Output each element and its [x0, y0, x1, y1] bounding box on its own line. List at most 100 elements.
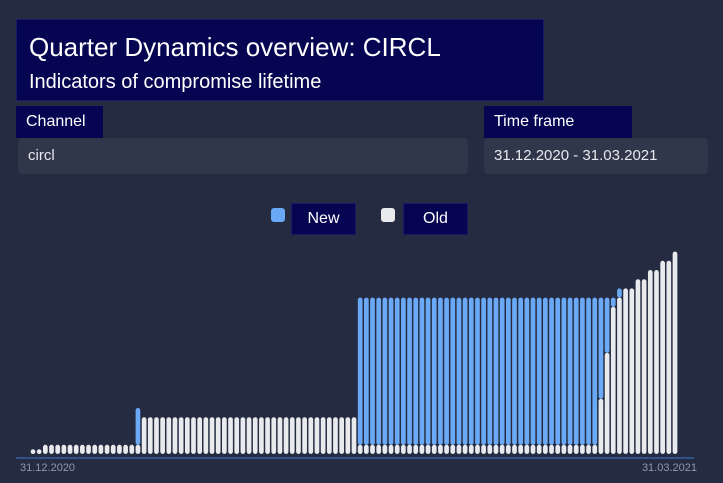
bar-old [160, 417, 165, 454]
bar-new [413, 297, 419, 445]
bar-empty [30, 449, 36, 454]
bar-old [401, 444, 406, 454]
bar-old [499, 444, 505, 454]
bar-old [308, 417, 314, 454]
bar-old [252, 417, 258, 454]
bar-old [505, 444, 511, 454]
bar-new [401, 297, 406, 445]
bar-new [419, 297, 425, 445]
bar-old [49, 444, 54, 454]
page-subtitle: Indicators of compromise lifetime [29, 71, 322, 93]
bar-old [296, 417, 301, 454]
bar-old [487, 444, 493, 454]
bar-old [228, 417, 233, 454]
bar-old [80, 444, 85, 454]
bar-old [351, 417, 357, 454]
bar-old [271, 417, 277, 454]
channel-field[interactable]: circl [18, 138, 468, 174]
bar-old [191, 417, 196, 454]
bar-new [499, 297, 505, 445]
bar-old [610, 306, 616, 454]
bar-old [320, 417, 326, 454]
bar-old [314, 417, 320, 454]
lifetime-chart: 31.12.2020 31.03.2021 [16, 251, 697, 474]
bar-old [450, 444, 456, 454]
bar-old [123, 444, 128, 454]
bar-old [623, 288, 628, 454]
bar-new [388, 297, 394, 445]
bar-old [419, 444, 425, 454]
bar-old [283, 417, 289, 454]
bar-old [592, 444, 598, 454]
bar-old [333, 417, 338, 454]
bar-old [586, 444, 591, 454]
bar-old [289, 417, 295, 454]
bar-old [178, 417, 184, 454]
bar-old [345, 417, 351, 454]
bar-new [357, 297, 363, 445]
timeframe-label: Time frame [484, 106, 632, 138]
bar-new [598, 297, 604, 399]
bar-new [512, 297, 517, 445]
legend-old-label[interactable]: Old [403, 203, 468, 235]
bar-old [555, 444, 561, 454]
bar-new [456, 297, 462, 445]
bar-old [172, 417, 178, 454]
legend-new-swatch[interactable] [271, 208, 285, 222]
bar-old [110, 444, 116, 454]
bar-new [567, 297, 573, 445]
bar-new [592, 297, 598, 445]
bar-old [438, 444, 443, 454]
bar-old [394, 444, 400, 454]
bar-old [92, 444, 98, 454]
bar-old [635, 279, 641, 454]
bar-old [647, 270, 653, 454]
bar-old [259, 417, 264, 454]
bar-old [203, 417, 209, 454]
bar-new [604, 297, 610, 353]
bars-group [30, 251, 678, 454]
bar-old [512, 444, 517, 454]
bar-old [654, 270, 659, 454]
bar-old [166, 417, 172, 454]
bar-old [364, 444, 369, 454]
bar-old [604, 352, 610, 454]
bar-old [55, 444, 61, 454]
bar-new [364, 297, 369, 445]
bar-old [524, 444, 530, 454]
bar-new [444, 297, 449, 445]
page-title: Quarter Dynamics overview: CIRCL [29, 32, 441, 62]
bar-old [129, 444, 135, 454]
bar-new [586, 297, 591, 445]
bar-new [555, 297, 561, 445]
bar-new [610, 297, 616, 307]
bar-new [505, 297, 511, 445]
bar-old [277, 417, 283, 454]
bar-old [357, 444, 363, 454]
bar-old [598, 398, 604, 454]
bar-new [438, 297, 443, 445]
timeframe-field[interactable]: 31.12.2020 - 31.03.2021 [484, 138, 708, 174]
legend-new-label[interactable]: New [291, 203, 356, 235]
bar-new [468, 297, 474, 445]
bar-new [382, 297, 388, 445]
bar-old [376, 444, 382, 454]
bar-new [543, 297, 548, 445]
legend-old-swatch[interactable] [381, 208, 395, 222]
bar-old [518, 444, 524, 454]
bar-old [265, 417, 270, 454]
bar-new [475, 297, 480, 445]
bar-old [154, 417, 159, 454]
bar-old [104, 444, 110, 454]
x-tick-end: 31.03.2021 [642, 462, 697, 474]
bar-old [456, 444, 462, 454]
bar-old [629, 288, 635, 454]
bar-old [660, 260, 665, 454]
bar-new [524, 297, 530, 445]
bar-old [135, 444, 141, 454]
bar-old [147, 417, 153, 454]
bar-old [388, 444, 394, 454]
bar-old [617, 297, 622, 454]
bar-new [518, 297, 524, 445]
bar-old [86, 444, 91, 454]
